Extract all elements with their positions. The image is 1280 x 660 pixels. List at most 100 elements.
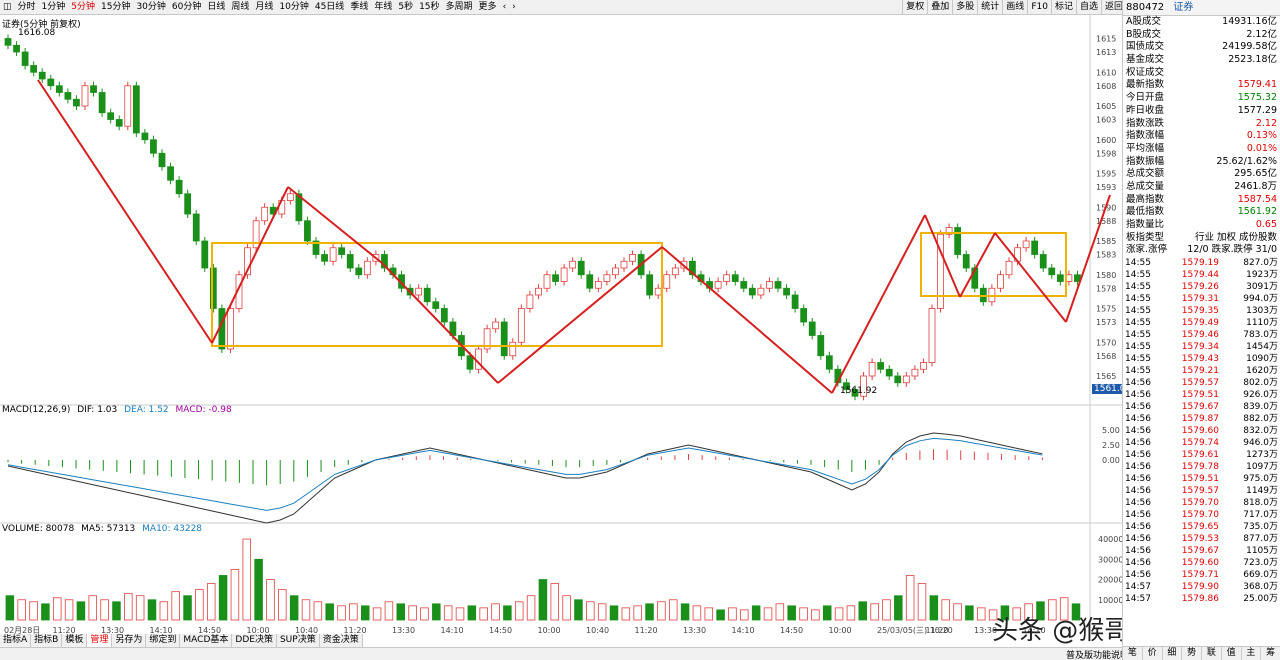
stat-row: 指数涨幅 0.13% [1123, 130, 1280, 143]
tool-button-6[interactable]: 标记 [1050, 0, 1076, 15]
tool-button-0[interactable]: 复权 [902, 0, 927, 15]
pivot-box [211, 242, 663, 347]
indicator-tab-8[interactable]: SUP决策 [276, 634, 320, 647]
candle [261, 206, 269, 222]
price-tick-label: 1603 [1096, 116, 1116, 125]
indicator-tab-9[interactable]: 资金决策 [319, 634, 363, 647]
period-6[interactable]: 日线 [204, 0, 228, 14]
period-15[interactable]: 多周期 [443, 0, 476, 14]
time-tick-label: 13:30 [683, 626, 706, 635]
stat-label: 最新指数 [1126, 79, 1165, 91]
period-8[interactable]: 月线 [252, 0, 276, 14]
tool-button-5[interactable]: F10 [1027, 0, 1051, 15]
tick-row: 14:55 1579.26 3091万 [1123, 281, 1280, 293]
candle [47, 78, 55, 87]
period-0[interactable]: 分时 [15, 0, 39, 14]
panel-button-2[interactable]: 细 [1163, 647, 1183, 660]
period-5[interactable]: 60分钟 [169, 0, 204, 14]
tick-time: 14:56 [1125, 402, 1151, 413]
tool-button-3[interactable]: 统计 [977, 0, 1002, 15]
period-16[interactable]: 更多 [476, 0, 500, 14]
period-9[interactable]: 10分钟 [276, 0, 311, 14]
panel-button-5[interactable]: 值 [1222, 647, 1242, 660]
scroll-right-icon[interactable]: › [509, 0, 519, 14]
tool-button-1[interactable]: 叠加 [927, 0, 952, 15]
scroll-left-icon[interactable]: ‹ [500, 0, 510, 14]
period-11[interactable]: 季线 [347, 0, 371, 14]
indicator-tab-4[interactable]: 另存为 [112, 634, 147, 647]
chart-toggle-icon[interactable]: ◫ [0, 0, 15, 14]
period-list: 分时 1分钟 5分钟 15分钟 30分钟 60分钟 日线 周线 月线 10分钟 45日线 季线 年线 5秒… [15, 0, 500, 14]
indicator-tab-3[interactable]: 管理 [87, 634, 113, 647]
indicator-tab-2[interactable]: 模板 [62, 634, 88, 647]
indicator-tab-7[interactable]: DDE决策 [232, 634, 277, 647]
candle [466, 355, 474, 370]
indicator-tab-1[interactable]: 指标B [31, 634, 63, 647]
period-14[interactable]: 15秒 [416, 0, 442, 14]
period-1[interactable]: 1分钟 [39, 0, 69, 14]
period-13[interactable]: 5秒 [395, 0, 416, 14]
panel-button-3[interactable]: 势 [1182, 647, 1202, 660]
period-2[interactable]: 5分钟 [68, 0, 98, 14]
period-12[interactable]: 年线 [371, 0, 395, 14]
stat-row: 国债成交 24199.58亿 [1123, 41, 1280, 54]
panel-button-6[interactable]: 主 [1242, 647, 1262, 660]
candle [997, 274, 1004, 289]
indicator-tab-0[interactable]: 指标A [0, 634, 32, 647]
candle [911, 368, 919, 377]
panel-button-0[interactable]: 笔 [1123, 647, 1143, 660]
volume-bar [443, 605, 453, 621]
indicator-tab-5[interactable]: 绑定到 [146, 634, 181, 647]
volume-bar [349, 603, 358, 621]
stat-label: 基金成交 [1126, 54, 1165, 66]
panel-button-4[interactable]: 联 [1202, 647, 1222, 660]
volume-bar [976, 607, 986, 621]
tool-button-2[interactable]: 多股 [952, 0, 977, 15]
candle [423, 287, 431, 303]
tick-volume: 783.0万 [1243, 330, 1278, 341]
tick-list[interactable]: 14:55 1579.19 827.0万 14:55 1579.44 1923万 14:55… [1123, 257, 1280, 605]
tick-time: 14:56 [1125, 450, 1151, 461]
period-10[interactable]: 45日线 [312, 0, 347, 14]
stat-value: 2523.18亿 [1228, 54, 1277, 66]
panel-button-7[interactable]: 筹 [1261, 647, 1280, 660]
candle [731, 274, 739, 282]
volume-bar [159, 601, 169, 621]
chart-tools: 复权 叠加 多股 统计 画线 F10 标记 自选 返回 [902, 0, 1126, 15]
stat-row: 指数量比 0.65 [1123, 219, 1280, 232]
kline-chart[interactable]: 1615 1613 1610 1608 1605 1603 1600 1598 1595 1593… [0, 15, 1122, 660]
volume-bar [455, 607, 465, 621]
candle [338, 247, 346, 255]
volume-bar [479, 607, 488, 621]
period-3[interactable]: 15分钟 [98, 0, 133, 14]
app-window: ◫ 分时 1分钟 5分钟 15分钟 30分钟 60分钟 日线 周线 月线 10分钟 45日线 季线 年线… [0, 0, 1280, 660]
candle [1048, 267, 1056, 276]
candle [73, 98, 80, 107]
candle [791, 294, 799, 309]
time-tick-label: 14:50 [780, 626, 803, 635]
stat-value: 1579.41 [1237, 79, 1277, 91]
period-4[interactable]: 30分钟 [133, 0, 168, 14]
tick-time: 14:57 [1125, 594, 1151, 605]
candle [800, 308, 808, 323]
tick-row: 14:55 1579.44 1923万 [1123, 269, 1280, 281]
period-7[interactable]: 周线 [228, 0, 252, 14]
tool-button-7[interactable]: 自选 [1075, 0, 1101, 15]
price-tick-label: 1568 [1096, 352, 1116, 361]
tick-time: 14:56 [1125, 390, 1151, 401]
tick-price: 1579.86 [1181, 594, 1219, 605]
volume-bar [728, 607, 737, 621]
price-tick-label: 1608 [1096, 82, 1116, 91]
help-link[interactable]: 普及版功能说明 [1066, 648, 1129, 660]
stat-label: 总成交额 [1126, 168, 1165, 180]
tool-button-4[interactable]: 画线 [1002, 0, 1027, 15]
panel-button-1[interactable]: 价 [1143, 647, 1163, 660]
chart-area[interactable]: 1615 1613 1610 1608 1605 1603 1600 1598 1595 1593… [0, 15, 1128, 660]
indicator-tab-6[interactable]: MACD基本 [180, 634, 233, 647]
candle [535, 287, 542, 296]
volume-bar [64, 599, 74, 621]
tick-price: 1579.65 [1181, 522, 1219, 533]
tick-row: 14:56 1579.51 975.0万 [1123, 473, 1280, 485]
max-price-label: 1616.08 [18, 28, 56, 38]
volume-bar [135, 595, 145, 621]
